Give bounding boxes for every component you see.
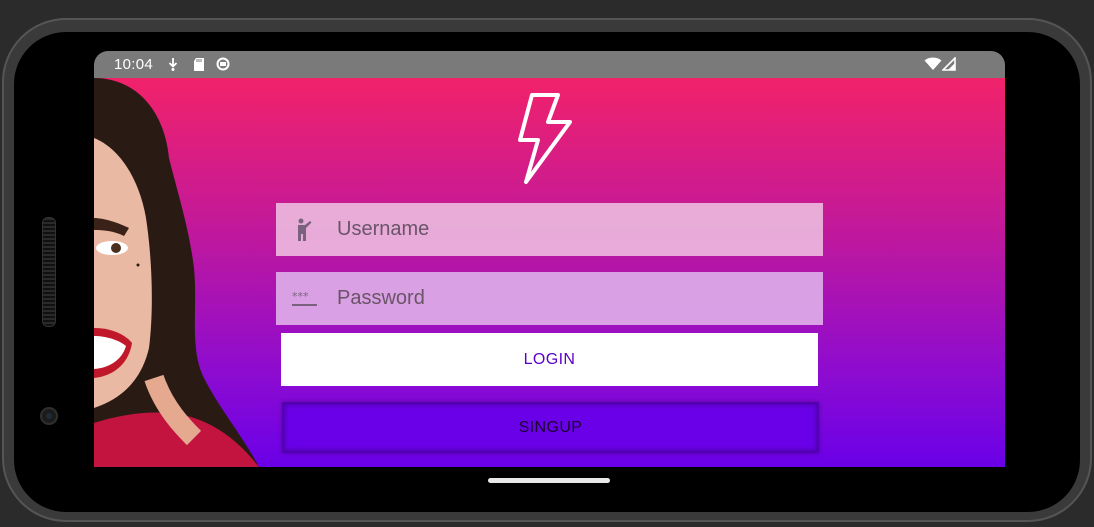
phone-screen: 10:04 Username *** LOGIN SINGUP — [94, 51, 1005, 467]
status-bar: 10:04 — [94, 51, 1005, 78]
password-field[interactable]: *** — [276, 272, 823, 325]
signup-button[interactable]: SINGUP — [282, 402, 819, 453]
woman-portrait-image — [94, 78, 259, 467]
front-camera — [40, 407, 58, 425]
speaker-grill — [42, 217, 56, 327]
username-field[interactable] — [276, 203, 823, 256]
login-button[interactable]: LOGIN — [281, 333, 818, 386]
login-screen: *** LOGIN SINGUP — [94, 78, 1005, 467]
download-icon — [167, 57, 179, 76]
lightning-bolt-icon — [518, 93, 572, 184]
home-indicator[interactable] — [488, 478, 610, 483]
password-dots-icon: *** — [290, 284, 320, 314]
sd-card-icon — [193, 57, 205, 76]
password-input[interactable] — [335, 286, 799, 311]
svg-text:***: *** — [292, 290, 309, 303]
person-icon — [290, 215, 320, 245]
status-time: 10:04 — [114, 56, 154, 73]
sync-icon — [216, 57, 230, 75]
username-input[interactable] — [335, 217, 799, 242]
wifi-icon — [924, 57, 942, 75]
signal-icon — [941, 56, 956, 75]
